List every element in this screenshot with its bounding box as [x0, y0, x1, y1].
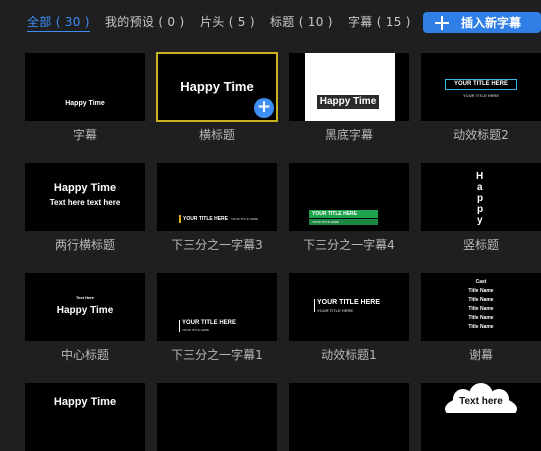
thumb-text: Cast: [475, 279, 487, 285]
card-label: 动效标题2: [453, 128, 509, 142]
thumbnail: Text Here Happy Time: [25, 273, 145, 341]
thumbnail: Cast Title Name Title Name Title Name Ti…: [421, 273, 541, 341]
thumb-subtext: Text here text here: [49, 198, 121, 207]
thumb-letter: a: [477, 182, 483, 193]
card-label: 中心标题: [60, 348, 109, 362]
thumb-letter: p: [477, 204, 484, 215]
tab-my-presets[interactable]: 我的预设 ( 0 ): [105, 13, 184, 30]
thumb-text: Title Name: [468, 324, 494, 330]
thumb-text: Title Name: [468, 297, 494, 303]
thumbnail: Happy Time Text here text here: [25, 163, 145, 231]
thumb-text: YOUR TITLE HERE: [445, 79, 517, 90]
thumbnail: Happy Time: [25, 383, 145, 451]
thumb-text: Happy Time: [56, 305, 114, 316]
tab-intro[interactable]: 片头 ( 5 ): [200, 13, 255, 30]
thumbnail: [157, 383, 277, 451]
tab-subtitle[interactable]: 字幕 ( 15 ): [348, 13, 411, 30]
thumbnail: YOUR TITLE HERE YOUR TITLE HERE: [289, 273, 409, 341]
card-label: 黑底字幕: [324, 128, 373, 142]
tab-all[interactable]: 全部 ( 30 ): [27, 13, 90, 32]
thumb-text: YOUR TITLE HERE: [317, 299, 381, 306]
tab-title[interactable]: 标题 ( 10 ): [270, 13, 333, 30]
thumbnail: Happy Time: [25, 53, 145, 121]
thumb-text: Happy Time: [180, 79, 254, 94]
thumbnail: [289, 383, 409, 451]
thumbnail: Happy Time: [289, 53, 409, 121]
thumb-subtext: YOUR TITLE HERE: [309, 219, 378, 225]
card-label: 下三分之一字幕4: [303, 238, 395, 252]
thumb-letter: H: [476, 171, 484, 182]
thumbnail: YOUR TITLE HERE YOUR TITLE HERE: [421, 53, 541, 121]
card-label: 字幕: [72, 128, 97, 142]
insert-new-subtitle-button[interactable]: 插入新字幕: [423, 12, 541, 33]
plus-icon: [435, 15, 449, 30]
thumb-text: Happy Time: [65, 100, 105, 107]
thumbnail: YOUR TITLE HERE YOUR TITLE HERE: [157, 273, 277, 341]
thumb-text: YOUR TITLE HERE: [309, 210, 378, 218]
thumb-text: Happy Time: [317, 95, 379, 109]
thumb-subtext: YOUR TITLE HERE: [317, 308, 354, 313]
card-label: 下三分之一字幕3: [171, 238, 263, 252]
thumbnail: YOUR TITLE HERE YOUR TITLE HERE: [289, 163, 409, 231]
thumb-subtext: YOUR TITLE HERE: [182, 328, 210, 332]
thumbnail: H a p p y: [421, 163, 541, 231]
insert-button-label: 插入新字幕: [461, 16, 522, 30]
add-icon[interactable]: +: [254, 98, 274, 118]
card-label: 下三分之一字幕1: [171, 348, 263, 362]
thumb-letter: y: [477, 215, 483, 226]
thumb-text: YOUR TITLE HERE: [183, 216, 229, 222]
thumb-subtext: YOUR TITLE HERE: [462, 93, 499, 98]
thumb-text: Title Name: [468, 315, 494, 321]
thumb-text: Text here: [459, 396, 503, 407]
thumb-text: Title Name: [468, 288, 494, 294]
card-label: 横标题: [198, 128, 235, 142]
thumb-text: Happy Time: [53, 396, 117, 408]
thumbnail: Text here: [421, 383, 541, 451]
card-label: 动效标题1: [321, 348, 377, 362]
thumbnail: Happy Time +: [156, 52, 278, 122]
thumb-text: YOUR TITLE HERE: [182, 320, 237, 326]
thumb-text: Title Name: [468, 306, 494, 312]
thumb-subtext: Text Here: [76, 295, 94, 300]
thumbnail: YOUR TITLE HERE YOUR TITLE HERE: [157, 163, 277, 231]
category-tabs: 全部 ( 30 ) 我的预设 ( 0 ) 片头 ( 5 ) 标题 ( 10 ) …: [0, 0, 541, 40]
thumb-subtext: YOUR TITLE HERE: [231, 217, 259, 221]
thumb-text: Happy Time: [53, 182, 117, 194]
thumb-letter: p: [477, 193, 484, 204]
card-label: 竖标题: [462, 238, 499, 252]
card-label: 谢幕: [468, 348, 493, 362]
card-label: 两行横标题: [54, 238, 115, 252]
